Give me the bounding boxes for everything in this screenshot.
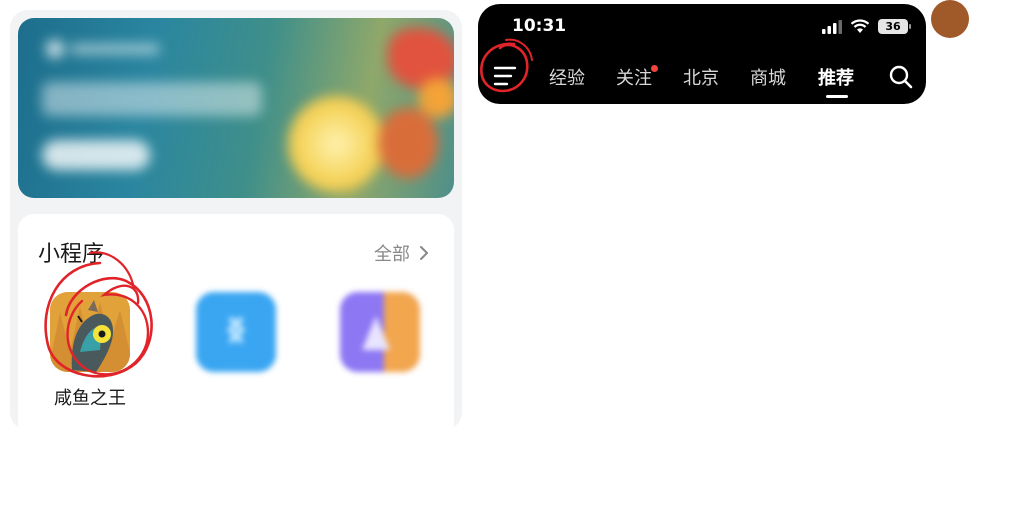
mini-program-section: 小程序 全部 咸鱼之王	[18, 214, 454, 430]
mini-program-item[interactable]	[176, 292, 296, 384]
app-header: 10:31 36 经验 关注 北京 商城 推荐	[478, 4, 926, 104]
tab-beijing[interactable]: 北京	[683, 64, 719, 90]
tab-label: 关注	[616, 68, 652, 89]
tab-mall[interactable]: 商城	[750, 64, 786, 90]
blue-app-icon	[196, 292, 276, 372]
tab-label: 北京	[683, 68, 719, 89]
section-title: 小程序	[38, 242, 105, 267]
status-icons: 36	[822, 19, 911, 34]
signal-icon	[822, 19, 842, 34]
mini-program-drawer: 小程序 全部 咸鱼之王	[10, 10, 462, 430]
mini-program-item[interactable]	[320, 292, 440, 384]
purple-app-icon	[340, 292, 420, 372]
tab-label: 经验	[549, 68, 585, 89]
promo-banner[interactable]	[18, 18, 454, 198]
mini-program-name: 咸鱼之王	[54, 388, 126, 409]
active-tab-indicator	[826, 95, 848, 98]
tab-following[interactable]: 关注	[616, 64, 658, 90]
search-icon[interactable]	[888, 64, 914, 90]
chevron-right-icon	[420, 246, 428, 260]
tab-recommended[interactable]: 推荐	[818, 64, 854, 98]
see-all-label: 全部	[374, 244, 410, 265]
salted-fish-king-icon	[50, 292, 130, 372]
mini-program-item[interactable]: 咸鱼之王	[30, 292, 150, 410]
tab-label: 商城	[750, 68, 786, 89]
battery-icon: 36	[878, 19, 911, 34]
status-time: 10:31	[512, 16, 567, 36]
tab-experience[interactable]: 经验	[549, 64, 585, 90]
see-all-link[interactable]: 全部	[374, 240, 432, 266]
menu-icon[interactable]	[492, 64, 518, 88]
notification-dot	[651, 65, 658, 72]
top-nav: 经验 关注 北京 商城 推荐	[478, 60, 926, 100]
wifi-icon	[850, 19, 870, 33]
avatar[interactable]	[931, 0, 969, 38]
tab-label: 推荐	[818, 68, 854, 89]
